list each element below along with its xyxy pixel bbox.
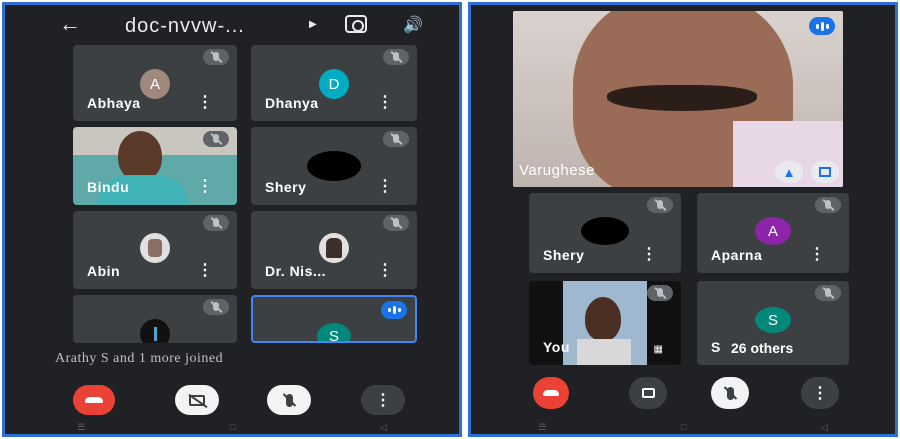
avatar: S xyxy=(317,323,351,341)
nav-back-icon[interactable]: ◁ xyxy=(380,422,387,433)
participant-tile[interactable] xyxy=(73,295,237,343)
participant-name: Abin xyxy=(87,263,121,279)
camera-toggle-button[interactable] xyxy=(175,385,219,415)
fullscreen-icon xyxy=(819,167,831,177)
nav-home-icon[interactable]: □ xyxy=(230,422,235,432)
participant-tile-self[interactable]: You ▦ xyxy=(529,281,681,365)
more-vert-icon[interactable]: ⋮ xyxy=(197,179,213,195)
mic-off-icon xyxy=(815,197,841,213)
mic-off-icon xyxy=(383,49,409,65)
more-vert-icon[interactable]: ⋮ xyxy=(197,263,213,279)
more-vert-icon[interactable]: ⋮ xyxy=(809,247,825,263)
avatar xyxy=(581,217,629,245)
speaking-indicator-icon xyxy=(809,17,835,35)
more-vert-icon[interactable]: ⋮ xyxy=(377,263,393,279)
more-vert-icon[interactable]: ⋮ xyxy=(377,179,393,195)
camera-toggle-button[interactable] xyxy=(629,377,667,409)
participant-tile-shery[interactable]: Shery ⋮ xyxy=(529,193,681,273)
participant-tile-active-speaker[interactable]: S xyxy=(251,295,417,343)
participant-name: Varughese xyxy=(519,162,595,179)
nav-home-icon[interactable]: □ xyxy=(681,422,686,432)
video-camera-icon xyxy=(641,388,655,398)
avatar xyxy=(307,151,361,181)
meeting-title[interactable]: doc-nvvw-... xyxy=(125,15,245,38)
participant-tile-abhaya[interactable]: A Abhaya ⋮ xyxy=(73,45,237,121)
more-vert-icon[interactable]: ⋮ xyxy=(641,247,657,263)
mic-off-icon xyxy=(383,131,409,147)
mic-off-icon xyxy=(647,197,673,213)
mic-off-icon xyxy=(647,285,673,301)
participant-name: S xyxy=(711,339,721,355)
video-face xyxy=(585,297,621,341)
participant-tile-dhanya[interactable]: D Dhanya ⋮ xyxy=(251,45,417,121)
switch-camera-icon[interactable] xyxy=(345,15,367,33)
more-vert-icon: ⋮ xyxy=(812,385,828,402)
avatar: A xyxy=(755,217,791,245)
more-vert-icon: ⋮ xyxy=(375,392,391,409)
participant-name: Dhanya xyxy=(265,95,319,111)
end-call-button[interactable] xyxy=(533,377,569,409)
join-notification: Arathy S and 1 more joined xyxy=(55,351,224,366)
mic-off-icon xyxy=(282,392,296,407)
video-off-icon xyxy=(188,393,208,408)
nav-back-icon[interactable]: ◁ xyxy=(821,422,828,433)
nav-menu-icon[interactable]: ☰ xyxy=(77,422,85,433)
android-nav-bar: ☰ □ ◁ xyxy=(471,420,895,434)
avatar xyxy=(140,233,170,263)
mic-toggle-button[interactable] xyxy=(267,385,311,415)
camera-switch-icon[interactable]: ▦ xyxy=(654,344,663,355)
participant-tile-others[interactable]: S S 26 others xyxy=(697,281,849,365)
participant-name: Aparna xyxy=(711,247,763,263)
mic-off-icon xyxy=(203,299,229,315)
more-vert-icon[interactable]: ⋮ xyxy=(377,95,393,111)
end-call-button[interactable] xyxy=(73,385,115,415)
avatar: S xyxy=(755,307,791,333)
more-options-button[interactable]: ⋮ xyxy=(801,377,839,409)
more-options-button[interactable]: ⋮ xyxy=(361,385,405,415)
mic-off-icon xyxy=(383,215,409,231)
participant-tile-shery[interactable]: Shery ⋮ xyxy=(251,127,417,205)
video-mustache xyxy=(607,85,757,111)
participant-tile-abin[interactable]: Abin ⋮ xyxy=(73,211,237,289)
mic-off-icon xyxy=(723,385,737,400)
participant-name: Shery xyxy=(543,247,585,263)
arrow-back-icon[interactable]: ← xyxy=(59,13,81,35)
speaker-icon[interactable]: 🔊 xyxy=(403,15,423,35)
top-bar: ← doc-nvvw-... ▶ 🔊 xyxy=(5,5,459,45)
participant-tile-bindu[interactable]: Bindu ⋮ xyxy=(73,127,237,205)
pinned-video-tile[interactable]: Varughese ▲ xyxy=(513,11,843,187)
participant-tile-dr-nis[interactable]: Dr. Nis... ⋮ xyxy=(251,211,417,289)
avatar xyxy=(140,319,170,343)
participant-name: Abhaya xyxy=(87,95,141,111)
android-nav-bar: ☰ □ ◁ xyxy=(5,420,459,434)
mic-toggle-button[interactable] xyxy=(711,377,749,409)
others-count-label: 26 others xyxy=(727,339,798,357)
avatar: D xyxy=(319,69,349,99)
pin-icon[interactable]: ▲ xyxy=(775,161,803,183)
participant-tile-aparna[interactable]: A Aparna ⋮ xyxy=(697,193,849,273)
more-vert-icon[interactable]: ⋮ xyxy=(197,95,213,111)
video-face xyxy=(118,131,162,181)
speaking-indicator-icon xyxy=(381,301,407,319)
participant-name: Bindu xyxy=(87,179,130,195)
mic-off-icon xyxy=(203,131,229,147)
caret-right-icon[interactable]: ▶ xyxy=(309,19,317,30)
nav-menu-icon[interactable]: ☰ xyxy=(538,422,546,433)
participant-name: Dr. Nis... xyxy=(265,263,327,279)
left-meet-screen: ← doc-nvvw-... ▶ 🔊 A Abhaya ⋮ D Dhanya ⋮… xyxy=(2,2,462,437)
participant-name: Shery xyxy=(265,179,307,195)
fullscreen-button[interactable] xyxy=(811,161,839,183)
phone-hangup-icon xyxy=(85,397,103,403)
video-body xyxy=(577,339,631,365)
mic-off-icon xyxy=(203,49,229,65)
mic-off-icon xyxy=(203,215,229,231)
avatar xyxy=(319,233,349,263)
avatar: A xyxy=(140,69,170,99)
phone-hangup-icon xyxy=(543,390,559,396)
right-meet-screen: Varughese ▲ Shery ⋮ A Aparna ⋮ You ▦ S S… xyxy=(468,2,898,437)
mic-off-icon xyxy=(815,285,841,301)
participant-name: You xyxy=(543,339,570,355)
